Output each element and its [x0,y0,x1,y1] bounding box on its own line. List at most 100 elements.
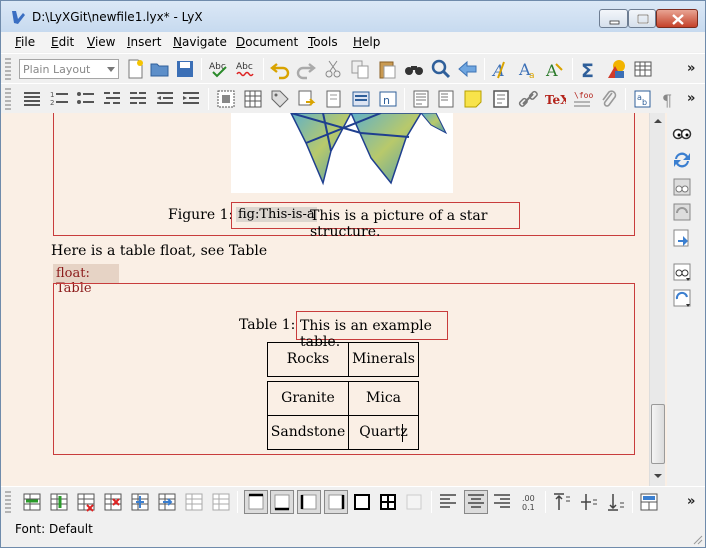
toolbar-grip[interactable] [5,491,11,513]
insert-citation-button[interactable] [323,88,345,110]
change-font-button[interactable]: Aa [517,58,539,81]
labeling-list-button[interactable] [127,88,149,110]
all-borders-button[interactable] [377,491,399,513]
cut-button[interactable] [322,58,344,80]
float-table-label[interactable]: float: Table [53,264,119,296]
figure-label-inset[interactable]: fig:This-is-a [236,207,317,222]
view-other-format-button[interactable] [671,261,693,283]
no-borders-button[interactable] [403,491,425,513]
update-other-format-button[interactable] [671,287,693,309]
top-border-button[interactable] [244,490,268,514]
update-button[interactable] [671,149,693,171]
insert-nomenclature-button[interactable]: n [377,88,399,110]
bullet-list-button[interactable] [75,88,97,110]
minimize-button[interactable] [599,9,628,28]
toolbar-grip[interactable] [5,88,11,110]
outer-border-button[interactable] [351,491,373,513]
insert-footnote-button[interactable] [410,88,432,110]
view-master-button[interactable] [671,176,693,198]
copy-button[interactable] [349,58,371,80]
menu-navigate[interactable]: Navigate [173,35,227,49]
paragraph-button[interactable] [21,88,43,110]
search-button[interactable] [430,58,452,80]
decrease-depth-button[interactable] [154,88,176,110]
toolbar-overflow-button[interactable]: » [687,494,695,509]
left-border-button[interactable] [297,490,321,514]
insert-table-button-2[interactable] [242,88,264,110]
change-case-button[interactable]: ab [631,88,653,110]
vertical-scrollbar[interactable] [649,113,665,486]
delete-row-button[interactable] [75,491,97,513]
layout-select[interactable]: Plain Layout [19,59,119,79]
delete-column-button[interactable] [102,491,124,513]
insert-label-button[interactable] [269,88,291,110]
swap-column-button[interactable] [210,491,232,513]
redo-button[interactable] [295,58,317,80]
insert-box-button[interactable] [490,88,512,110]
align-decimal-button[interactable]: .00 0.1 [518,491,540,513]
insert-marginal-note-button[interactable] [436,88,458,110]
menu-insert[interactable]: Insert [127,35,161,49]
save-button[interactable] [174,58,196,80]
scrollbar-thumb[interactable] [651,404,665,464]
valign-top-button[interactable] [551,491,573,513]
align-center-button[interactable] [464,490,488,514]
insert-program-listing-button[interactable]: \foo [571,88,593,110]
insert-hyperlink-button[interactable] [517,88,539,110]
multicolumn-button[interactable] [638,491,660,513]
view-button[interactable] [671,123,693,145]
copy-column-button[interactable] [156,491,178,513]
align-right-button[interactable] [491,491,513,513]
description-list-button[interactable] [101,88,123,110]
spellcheck-button[interactable]: Abc [208,58,230,80]
valign-bottom-button[interactable] [605,491,627,513]
close-button[interactable] [656,9,698,28]
insert-index-button[interactable] [350,88,372,110]
find-button[interactable] [403,58,425,80]
resize-grip-icon[interactable] [691,533,703,545]
valign-middle-button[interactable] [578,491,600,513]
insert-graphics-button[interactable] [605,58,627,80]
table-cell[interactable]: Granite [267,381,349,416]
insert-math-button[interactable]: Σ [578,58,600,82]
table-caption-inset[interactable]: This is an example table. [296,311,448,350]
go-back-button[interactable] [457,58,479,80]
add-row-button[interactable] [21,491,43,513]
align-left-button[interactable] [437,491,459,513]
bottom-border-button[interactable] [270,490,294,514]
scroll-down-button[interactable] [650,468,666,484]
table-cell[interactable]: Mica [348,381,419,416]
toolbar-grip[interactable] [5,58,11,80]
new-document-button[interactable] [124,58,146,80]
spellcheck-continuous-button[interactable]: Abc [235,58,257,80]
table-cell-header[interactable]: Rocks [267,342,349,377]
text-style-button[interactable]: A [490,58,512,80]
figure-caption-inset[interactable]: fig:This-is-a This is a picture of a sta… [231,202,520,240]
insert-tex-code-button[interactable]: TeX [544,88,570,110]
math-font-button[interactable]: A [544,58,566,80]
insert-attachment-button[interactable] [598,88,620,110]
toolbar-overflow-button[interactable]: » [687,91,695,106]
numbered-list-button[interactable]: 12 [49,88,71,110]
menu-view[interactable]: View [87,35,115,49]
insert-note-button[interactable] [462,88,484,110]
maximize-button[interactable] [628,9,656,28]
export-button[interactable] [671,227,693,249]
menu-file[interactable]: File [15,35,35,49]
open-button[interactable] [149,58,171,80]
paste-button[interactable] [376,58,398,80]
table-cell[interactable]: Sandstone [267,415,349,450]
copy-row-button[interactable] [129,491,151,513]
undo-button[interactable] [269,58,291,80]
insert-cross-reference-button[interactable] [296,88,318,110]
add-column-button[interactable] [48,491,70,513]
insert-table-button[interactable] [632,58,654,80]
increase-depth-button[interactable] [180,88,202,110]
table-cell[interactable]: Quartz [348,415,419,450]
toggle-paragraph-marks-button[interactable]: ¶ [658,88,680,110]
menu-edit[interactable]: Edit [51,35,74,49]
menu-document[interactable]: Document [236,35,298,49]
swap-row-button[interactable] [183,491,205,513]
scroll-up-button[interactable] [650,113,666,129]
menu-help[interactable]: Help [353,35,380,49]
